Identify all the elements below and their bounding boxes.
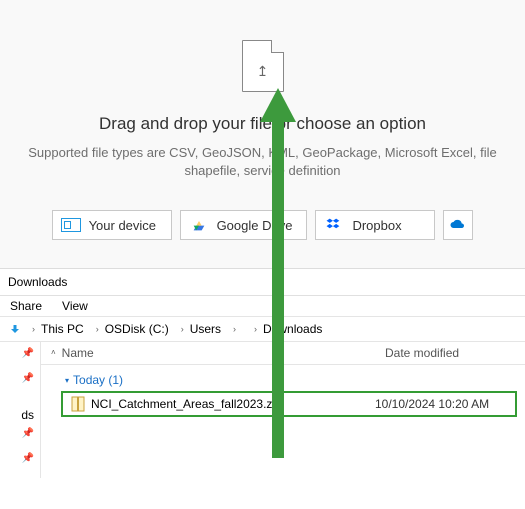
upload-file-icon: ↥ bbox=[242, 40, 284, 92]
dropbox-icon bbox=[324, 217, 344, 233]
file-list: ˄ Name Date modified ▾ Today (1) NCI_Cat… bbox=[40, 342, 525, 478]
folder-title: Downloads bbox=[8, 275, 67, 289]
onedrive-icon bbox=[449, 218, 467, 232]
tab-view[interactable]: View bbox=[62, 299, 88, 313]
crumb-osdisk[interactable]: ›OSDisk (C:) bbox=[92, 320, 173, 338]
column-name-header[interactable]: ˄ Name bbox=[51, 346, 385, 360]
file-row[interactable]: NCI_Catchment_Areas_fall2023.zip 10/10/2… bbox=[63, 393, 515, 415]
file-explorer: Downloads Share View ›This PC ›OSDisk (C… bbox=[0, 269, 525, 478]
pin-icon: 📌 bbox=[0, 373, 34, 384]
tab-share[interactable]: Share bbox=[10, 299, 42, 313]
crumb-users[interactable]: ›Users bbox=[177, 320, 225, 338]
file-name: NCI_Catchment_Areas_fall2023.zip bbox=[91, 397, 375, 411]
your-device-button[interactable]: Your device bbox=[52, 210, 172, 240]
upload-title: Drag and drop your file or choose an opt… bbox=[18, 114, 507, 134]
google-drive-button[interactable]: Google Drive bbox=[180, 210, 308, 240]
upload-source-buttons: Your device Google Drive Dropbox bbox=[18, 210, 507, 246]
crumb-user[interactable]: › bbox=[229, 322, 246, 336]
explorer-titlebar: Downloads bbox=[0, 269, 525, 296]
crumb-downloads[interactable]: ›Downloads bbox=[250, 320, 326, 338]
device-icon bbox=[61, 217, 81, 233]
explorer-ribbon-tabs: Share View bbox=[0, 296, 525, 317]
onedrive-button[interactable] bbox=[443, 210, 473, 240]
file-modified: 10/10/2024 10:20 AM bbox=[375, 397, 515, 411]
zip-file-icon bbox=[71, 396, 85, 412]
pin-icon: 📌 bbox=[0, 348, 34, 359]
explorer-body: 📌 📌 ds 📌 📌 ˄ Name Date modified ▾ Today … bbox=[0, 342, 525, 478]
google-drive-label: Google Drive bbox=[217, 218, 293, 233]
column-date-header[interactable]: Date modified bbox=[385, 346, 525, 360]
dropbox-label: Dropbox bbox=[352, 218, 401, 233]
your-device-label: Your device bbox=[89, 218, 156, 233]
crumb-this-pc[interactable]: ›This PC bbox=[28, 320, 88, 338]
column-headers: ˄ Name Date modified bbox=[41, 342, 525, 365]
pin-icon: 📌 bbox=[0, 428, 34, 439]
upload-arrow-glyph: ↥ bbox=[257, 63, 269, 80]
sort-caret-icon: ˄ bbox=[51, 348, 56, 357]
nav-item-truncated[interactable]: ds bbox=[0, 408, 34, 422]
nav-dropdown-icon[interactable] bbox=[6, 320, 24, 338]
group-today[interactable]: ▾ Today (1) bbox=[41, 365, 525, 391]
chevron-down-icon: ▾ bbox=[65, 376, 69, 385]
pin-icon: 📌 bbox=[0, 453, 34, 464]
explorer-nav-pane-fragment: 📌 📌 ds 📌 📌 bbox=[0, 342, 40, 478]
address-bar[interactable]: ›This PC ›OSDisk (C:) ›Users › ›Download… bbox=[0, 317, 525, 342]
upload-subtitle: Supported file types are CSV, GeoJSON, K… bbox=[18, 144, 507, 180]
dropbox-button[interactable]: Dropbox bbox=[315, 210, 435, 240]
google-drive-icon bbox=[189, 217, 209, 233]
upload-dropzone[interactable]: ↥ Drag and drop your file or choose an o… bbox=[0, 0, 525, 269]
